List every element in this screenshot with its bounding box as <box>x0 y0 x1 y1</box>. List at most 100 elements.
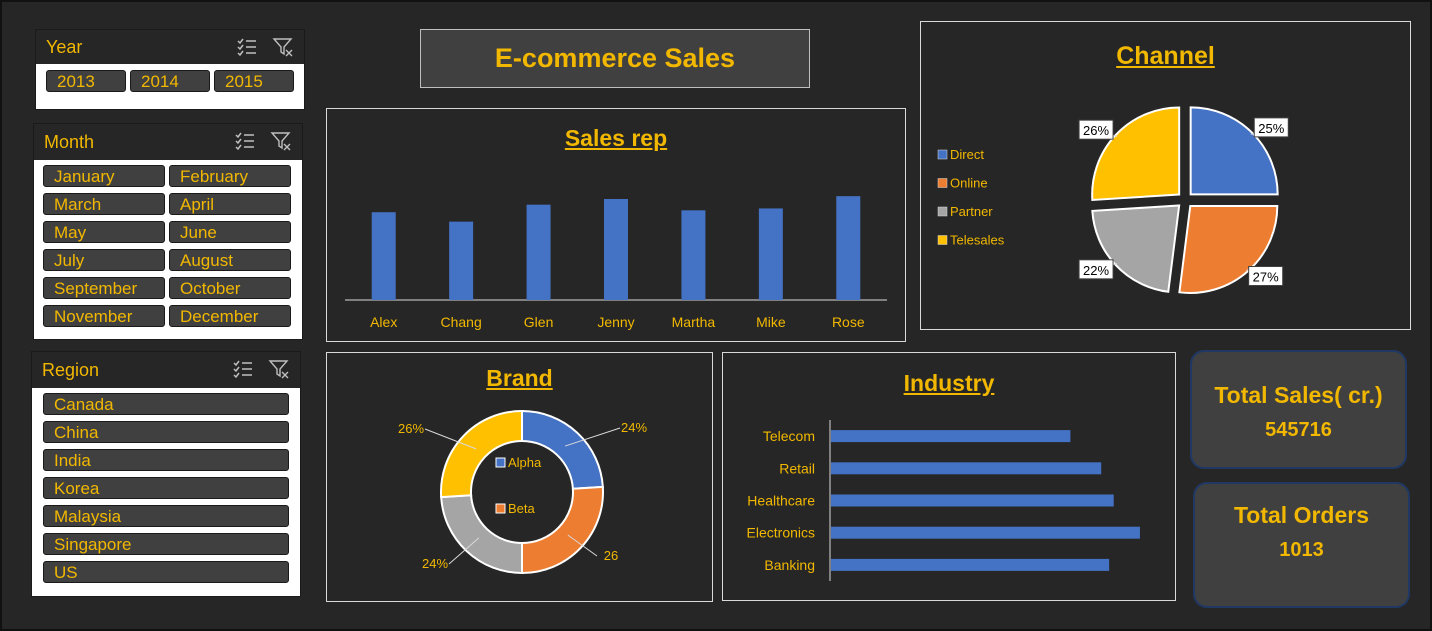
brand-chart-panel: Brand 24% 26 24% 26% Alpha Beta <box>326 352 713 602</box>
x-tick-label: Jenny <box>597 314 634 330</box>
month-button-june[interactable]: June <box>169 221 291 243</box>
legend-label-beta: Beta <box>508 501 536 516</box>
year-slicer-items: 2013 2014 2015 <box>36 64 304 98</box>
y-tick-label: Telecom <box>763 428 815 444</box>
data-label: 24% <box>621 420 647 435</box>
clear-filter-icon[interactable] <box>270 130 292 152</box>
total-orders-value: 1013 <box>1279 539 1324 561</box>
total-sales-value: 545716 <box>1265 419 1332 441</box>
year-slicer-title: Year <box>46 36 83 57</box>
total-sales-card: Total Sales( cr.) 545716 <box>1190 350 1407 469</box>
month-button-july[interactable]: July <box>43 249 165 271</box>
legend-swatch-partner <box>937 206 948 217</box>
month-button-march[interactable]: March <box>43 193 165 215</box>
year-slicer-icons <box>236 36 294 58</box>
region-slicer-items: Canada China India Korea Malaysia Singap… <box>32 388 300 588</box>
y-tick-label: Retail <box>779 460 815 476</box>
bar-retail <box>831 462 1102 475</box>
year-slicer-header: Year <box>36 30 304 64</box>
legend-swatch-alpha <box>495 457 506 468</box>
sales-rep-chart: Alex Chang Glen Jenny Martha Mike Rose <box>345 196 887 330</box>
bar-banking <box>831 558 1110 571</box>
legend-label-online: Online <box>950 176 988 191</box>
month-button-february[interactable]: February <box>169 165 291 187</box>
clear-filter-icon[interactable] <box>268 358 290 380</box>
legend-swatch-online <box>937 178 948 188</box>
multi-select-icon[interactable] <box>232 358 254 380</box>
x-tick-label: Chang <box>441 314 482 330</box>
donut-segment <box>521 409 604 490</box>
x-tick-label: Glen <box>524 314 554 330</box>
bar-alex <box>371 212 396 300</box>
region-button-singapore[interactable]: Singapore <box>43 533 289 555</box>
sales-rep-chart-panel: Sales rep Alex Chang Glen Jenny Martha Mike Ro… <box>326 108 906 342</box>
data-label: 25% <box>1258 121 1284 136</box>
year-button-2013[interactable]: 2013 <box>46 70 126 92</box>
region-slicer-header: Region <box>32 352 300 388</box>
multi-select-icon[interactable] <box>236 36 258 58</box>
month-button-october[interactable]: October <box>169 277 291 299</box>
industry-chart: Telecom Retail Healthcare Electronics Bankin… <box>747 420 1140 581</box>
x-tick-label: Alex <box>370 314 397 330</box>
month-button-august[interactable]: August <box>169 249 291 271</box>
legend-swatch-telesales <box>937 235 948 245</box>
year-slicer: Year 2013 2014 2015 <box>35 29 305 110</box>
month-button-january[interactable]: January <box>43 165 165 187</box>
month-button-april[interactable]: April <box>169 193 291 215</box>
year-button-2015[interactable]: 2015 <box>214 70 294 92</box>
y-tick-label: Electronics <box>747 525 815 541</box>
bar-healthcare <box>831 494 1114 507</box>
bar-martha <box>681 210 706 300</box>
bar-chang <box>449 221 474 300</box>
brand-chart: 24% 26 24% 26% Alpha Beta <box>398 409 647 575</box>
industry-chart-panel: Industry Telecom Retail Healthcare Electron… <box>722 352 1176 601</box>
data-label: 24% <box>422 556 448 571</box>
month-button-september[interactable]: September <box>43 277 165 299</box>
total-sales-label: Total Sales( cr.) <box>1214 382 1383 408</box>
data-label: 27% <box>1253 270 1279 285</box>
month-button-may[interactable]: May <box>43 221 165 243</box>
data-label: 22% <box>1083 263 1109 278</box>
dashboard-title: E-commerce Sales <box>420 29 810 88</box>
region-slicer: Region Canada China India Korea Malaysia… <box>31 351 301 597</box>
legend-swatch-direct <box>937 149 948 160</box>
bar-telecom <box>831 430 1071 443</box>
region-button-india[interactable]: India <box>43 449 289 471</box>
month-slicer-title: Month <box>44 131 95 152</box>
legend-label-telesales: Telesales <box>950 233 1005 248</box>
bar-glen <box>526 204 551 300</box>
year-button-2014[interactable]: 2014 <box>130 70 210 92</box>
y-tick-label: Healthcare <box>747 493 815 509</box>
bar-electronics <box>831 526 1140 539</box>
region-button-canada[interactable]: Canada <box>43 393 289 415</box>
month-slicer-items: January February March April May June Ju… <box>34 160 302 332</box>
channel-chart: 25% 27% 22% 26% Direct Online Partner Telesales <box>937 106 1289 294</box>
bar-rose <box>836 196 861 300</box>
region-slicer-title: Region <box>42 359 100 380</box>
total-orders-card: Total Orders 1013 <box>1193 482 1410 608</box>
total-orders-label: Total Orders <box>1233 502 1370 528</box>
multi-select-icon[interactable] <box>234 130 256 152</box>
y-tick-label: Banking <box>764 557 815 573</box>
bar-mike <box>758 208 783 300</box>
legend-swatch-beta <box>495 503 506 514</box>
channel-chart-panel: Channel 25% 27% 22% 26% Direct Online Partner T… <box>920 21 1411 330</box>
x-tick-label: Rose <box>832 314 865 330</box>
region-button-malaysia[interactable]: Malaysia <box>43 505 289 527</box>
region-button-korea[interactable]: Korea <box>43 477 289 499</box>
region-button-china[interactable]: China <box>43 421 289 443</box>
month-button-november[interactable]: November <box>43 305 165 327</box>
region-slicer-icons <box>232 358 290 380</box>
x-tick-label: Mike <box>756 314 786 330</box>
month-button-december[interactable]: December <box>169 305 291 327</box>
region-button-us[interactable]: US <box>43 561 289 583</box>
donut-segment <box>521 485 604 575</box>
clear-filter-icon[interactable] <box>272 36 294 58</box>
legend-label-direct: Direct <box>950 147 984 162</box>
data-label: 26% <box>398 421 424 436</box>
legend-label-partner: Partner <box>950 204 993 219</box>
month-slicer-header: Month <box>34 124 302 160</box>
month-slicer: Month January February March April May J… <box>33 123 303 340</box>
month-slicer-icons <box>234 130 292 152</box>
data-label: 26 <box>604 548 618 563</box>
